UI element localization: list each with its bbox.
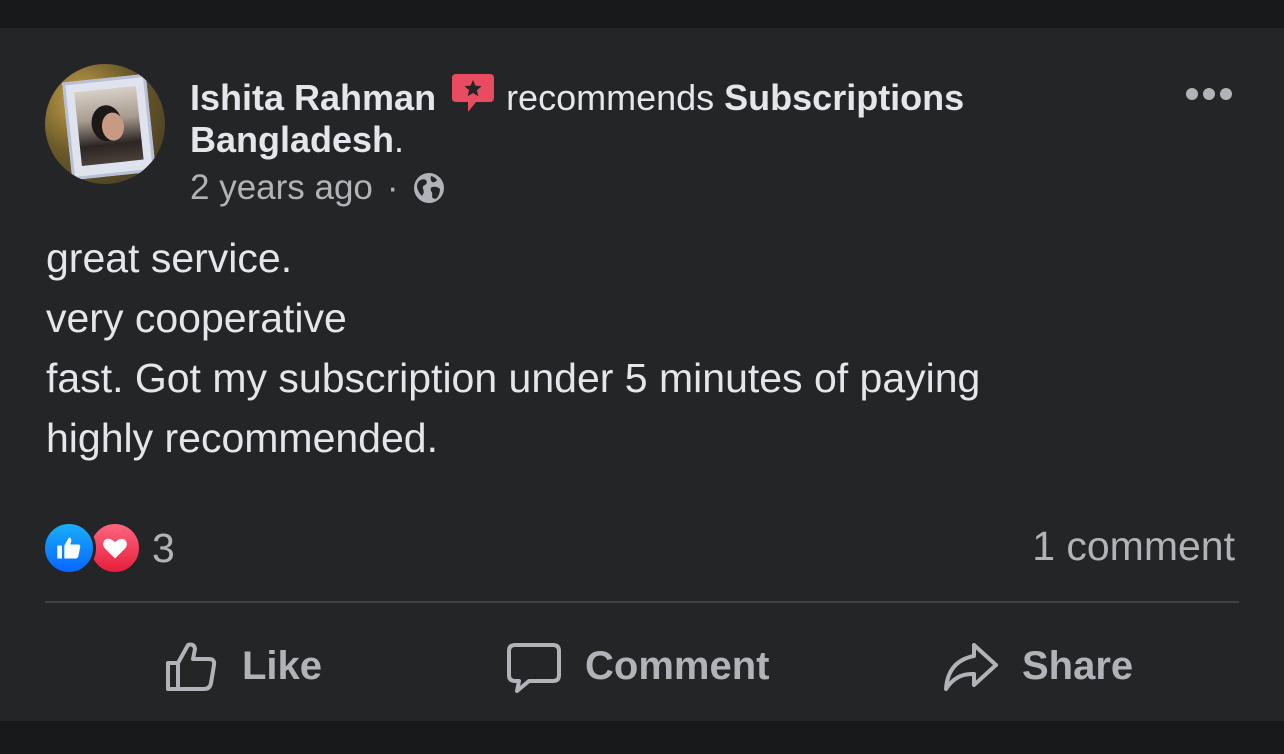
author-name[interactable]: Ishita Rahman — [190, 77, 436, 118]
page-name[interactable]: Subscriptions — [724, 77, 964, 118]
like-button[interactable]: Like — [162, 628, 322, 704]
more-options-icon[interactable] — [1184, 86, 1234, 102]
comment-count[interactable]: 1 comment — [1032, 523, 1235, 570]
action-bar: Like Comment Share — [0, 628, 1284, 704]
recommend-badge-icon — [450, 72, 496, 114]
avatar-face — [100, 111, 126, 142]
divider — [45, 601, 1239, 603]
post-meta: 2 years ago · — [190, 168, 445, 208]
body-line: fast. Got my subscription under 5 minute… — [46, 355, 981, 401]
avatar-photo — [74, 85, 144, 167]
like-label: Like — [242, 643, 323, 688]
post-body: great service. very cooperative fast. Go… — [46, 228, 1226, 468]
comment-button[interactable]: Comment — [505, 628, 769, 704]
page-name-line2[interactable]: Bangladesh — [190, 119, 394, 160]
share-arrow-icon — [944, 643, 998, 691]
thumbs-up-icon — [166, 642, 217, 691]
post-card: Ishita Rahman recommends Subscriptions Ban… — [0, 28, 1284, 721]
globe-icon — [413, 173, 444, 203]
recommends-text: recommends — [506, 77, 715, 118]
avatar-frame — [62, 73, 156, 181]
share-button[interactable]: Share — [942, 628, 1133, 704]
body-line: very cooperative — [46, 295, 347, 341]
reaction-count: 3 — [152, 524, 175, 571]
reactions-summary[interactable]: 3 — [42, 521, 175, 575]
body-line: highly recommended. — [46, 415, 438, 461]
post-header: Ishita Rahman recommends Subscriptions Ban… — [190, 72, 1090, 161]
body-line: great service. — [46, 235, 293, 281]
comment-label: Comment — [585, 643, 770, 688]
love-reaction-icon — [88, 521, 142, 575]
meta-separator: · — [386, 168, 399, 207]
like-reaction-icon — [42, 521, 96, 575]
header-period: . — [394, 119, 405, 160]
comment-bubble-icon — [507, 643, 561, 693]
author-avatar[interactable] — [45, 64, 165, 184]
share-label: Share — [1022, 643, 1134, 688]
post-timestamp[interactable]: 2 years ago — [190, 168, 373, 208]
